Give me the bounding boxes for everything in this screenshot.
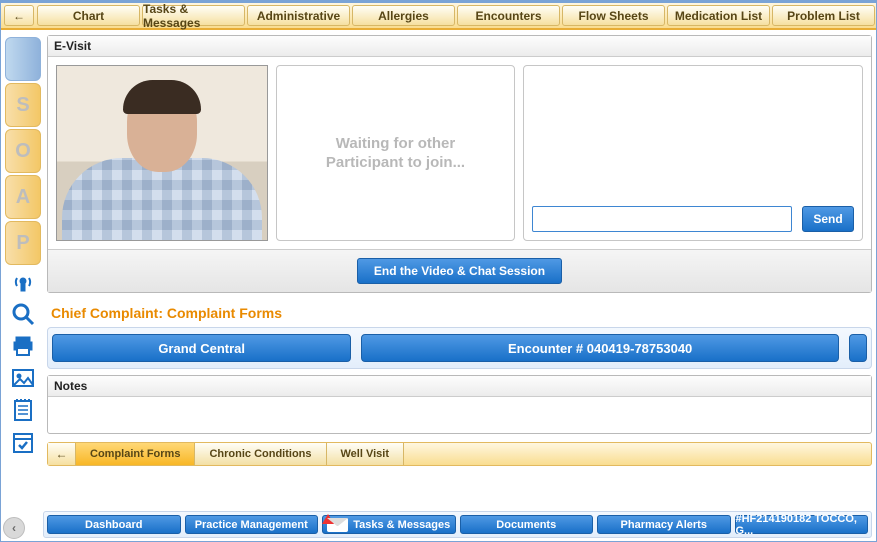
bottom-nav: Dashboard Practice Management Tasks & Me… [43,511,872,538]
soap-tab-blank[interactable] [5,37,41,81]
search-icon[interactable] [5,299,41,329]
left-sidebar: S O A P ‹ [1,33,43,541]
notes-panel: Notes [47,375,872,434]
mail-alert-icon [327,518,348,532]
chat-panel: Send [523,65,863,241]
tab-administrative[interactable]: Administrative [247,5,350,26]
bottom-tasks-messages[interactable]: Tasks & Messages [322,515,456,534]
bottom-practice-management[interactable]: Practice Management [185,515,319,534]
tab-flow-sheets[interactable]: Flow Sheets [562,5,665,26]
subtab-well-visit[interactable]: Well Visit [327,443,405,465]
bottom-documents[interactable]: Documents [460,515,594,534]
print-icon[interactable] [5,331,41,361]
tab-medication-list[interactable]: Medication List [667,5,770,26]
top-nav: ← Chart Tasks & Messages Administrative … [1,3,876,30]
waiting-status: Waiting for other Participant to join... [276,65,515,241]
subtabs-back-button[interactable]: ← [48,443,76,465]
bottom-dashboard[interactable]: Dashboard [47,515,181,534]
bottom-pharmacy-alerts[interactable]: Pharmacy Alerts [597,515,731,534]
evisit-title: E-Visit [48,36,871,57]
subtab-chronic-conditions[interactable]: Chronic Conditions [195,443,326,465]
bottom-patient-context[interactable]: #HF214190182 TOCCO, G... [735,515,869,534]
notes-icon[interactable] [5,395,41,425]
tab-problem-list[interactable]: Problem List [772,5,875,26]
send-button[interactable]: Send [802,206,854,232]
encounter-button[interactable]: Encounter # 040419-78753040 [361,334,839,362]
tab-chart[interactable]: Chart [37,5,140,26]
video-feed [56,65,268,241]
subtab-complaint-forms[interactable]: Complaint Forms [76,443,195,465]
soap-tab-a[interactable]: A [5,175,41,219]
tab-allergies[interactable]: Allergies [352,5,455,26]
evisit-panel: E-Visit Waiting for other Participant to… [47,35,872,293]
cc-button-bar: Grand Central Encounter # 040419-7875304… [47,327,872,369]
main-area: E-Visit Waiting for other Participant to… [47,33,872,507]
broadcast-icon[interactable] [5,267,41,297]
tab-tasks-messages[interactable]: Tasks & Messages [142,5,245,26]
complaint-subtabs: ← Complaint Forms Chronic Conditions Wel… [47,442,872,466]
soap-tab-s[interactable]: S [5,83,41,127]
grand-central-button[interactable]: Grand Central [52,334,351,362]
tab-encounters[interactable]: Encounters [457,5,560,26]
soap-tab-p[interactable]: P [5,221,41,265]
end-session-button[interactable]: End the Video & Chat Session [357,258,562,284]
chat-input[interactable] [532,206,792,232]
back-button[interactable]: ← [4,5,34,26]
chief-complaint-heading: Chief Complaint: Complaint Forms [51,305,872,321]
notes-title: Notes [48,376,871,397]
calendar-check-icon[interactable] [5,427,41,457]
collapse-sidebar-button[interactable]: ‹ [3,517,25,539]
soap-tab-o[interactable]: O [5,129,41,173]
bottom-tasks-label: Tasks & Messages [353,519,450,531]
notes-body[interactable] [48,397,871,433]
image-icon[interactable] [5,363,41,393]
cc-overflow-button[interactable] [849,334,867,362]
